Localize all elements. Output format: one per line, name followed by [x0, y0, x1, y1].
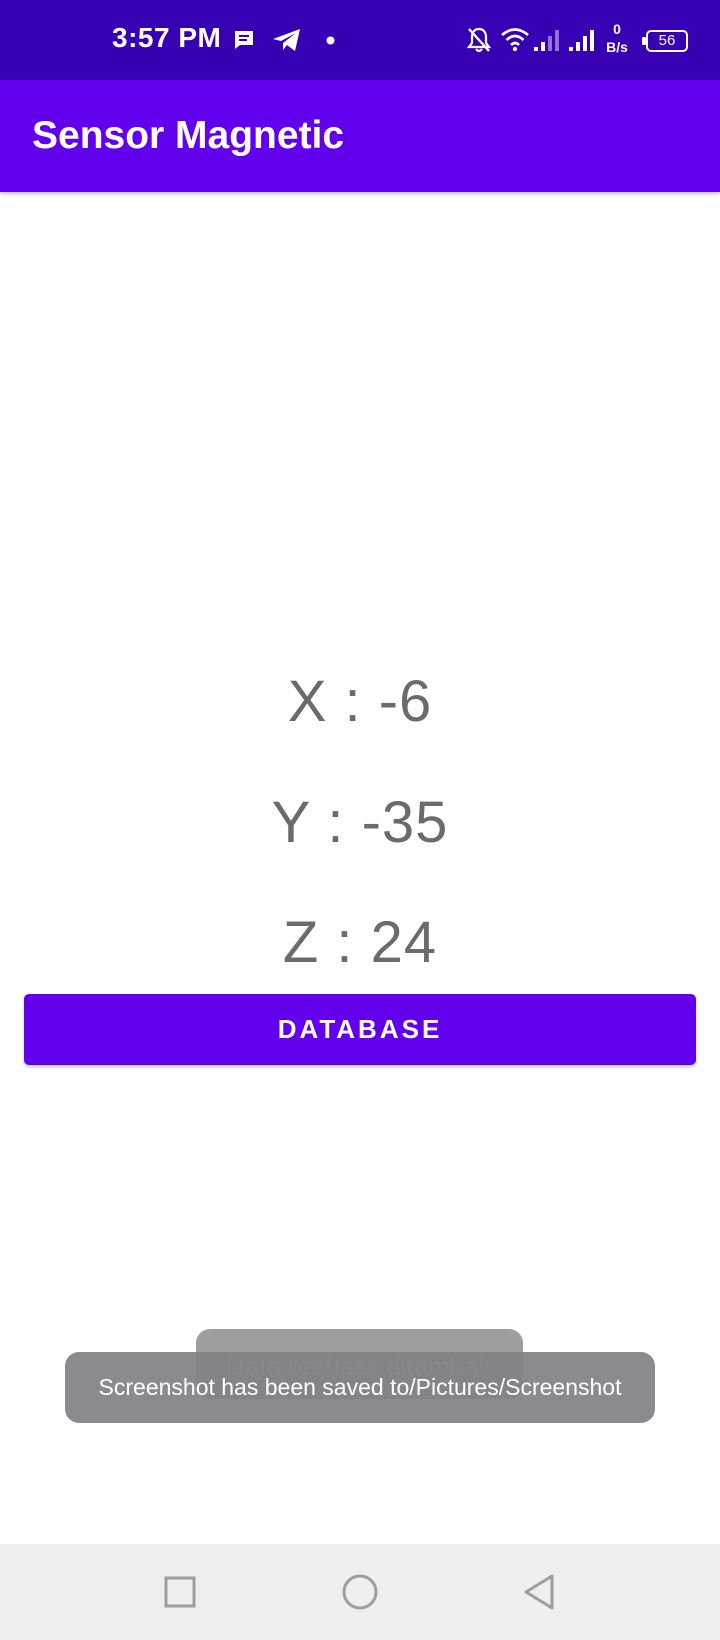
bell-off-icon [466, 26, 492, 54]
signal-icon [568, 28, 598, 52]
database-button[interactable]: DATABASE [24, 994, 696, 1065]
net-speed-value: 0 [613, 21, 621, 37]
net-speed-unit: B/s [606, 39, 628, 55]
back-button[interactable] [514, 1566, 566, 1618]
signal-icon [533, 28, 563, 52]
toast-screenshot-saved: Screenshot has been saved to/Pictures/Sc… [65, 1352, 655, 1423]
screen: { "status_bar": { "time": "3:57 PM", "no… [0, 0, 720, 1640]
dot-icon [326, 36, 335, 45]
wifi-icon [500, 26, 530, 52]
reading-y: Y : -35 [271, 790, 449, 855]
home-icon [334, 1566, 386, 1618]
status-bar: 3:57 PM 0 B/s 56 [0, 0, 720, 80]
app-bar: Sensor Magnetic [0, 80, 720, 192]
battery-level: 56 [658, 32, 676, 49]
recents-icon [154, 1566, 206, 1618]
app-title: Sensor Magnetic [32, 114, 345, 157]
status-time: 3:57 PM [112, 22, 222, 53]
back-icon [514, 1566, 566, 1618]
navigation-bar [0, 1544, 720, 1640]
telegram-icon [272, 27, 302, 53]
reading-x: X : -6 [287, 669, 433, 734]
recents-button[interactable] [154, 1566, 206, 1618]
home-button[interactable] [334, 1566, 386, 1618]
net-speed-indicator: 0 B/s [601, 20, 633, 56]
reading-z: Z : 24 [282, 910, 438, 975]
battery-icon: 56 [642, 30, 688, 52]
message-icon [232, 28, 256, 52]
